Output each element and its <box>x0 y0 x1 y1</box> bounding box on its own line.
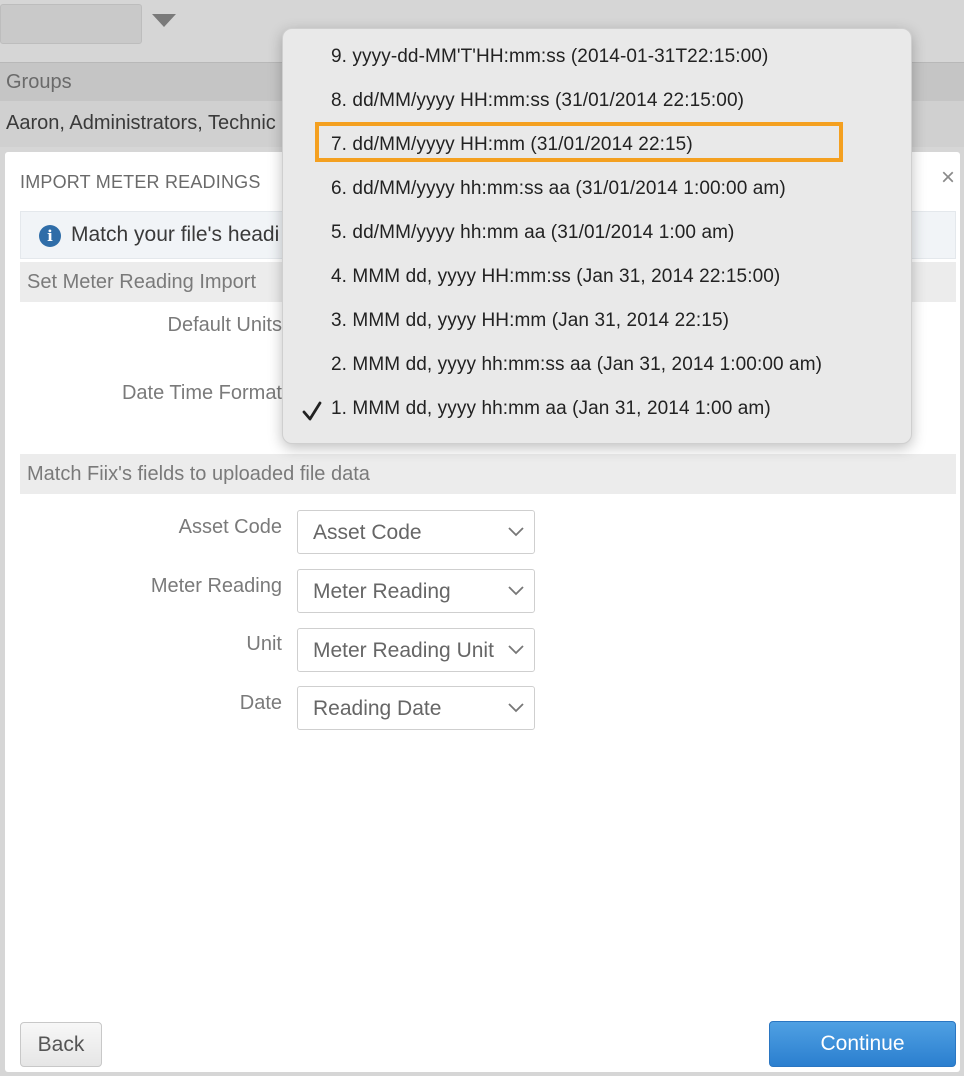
meter-reading-select[interactable]: Meter Reading <box>297 569 535 613</box>
menu-option-highlighted[interactable]: 7. dd/MM/yyyy HH:mm (31/01/2014 22:15) <box>331 134 693 156</box>
section-import-settings-title: Set Meter Reading Import <box>27 271 256 293</box>
date-time-format-menu: 9. yyyy-dd-MM'T'HH:mm:ss (2014-01-31T22:… <box>282 28 912 444</box>
menu-option-selected[interactable]: 1. MMM dd, yyyy hh:mm aa (Jan 31, 2014 1… <box>331 398 771 420</box>
section-field-mapping: Match Fiix's fields to uploaded file dat… <box>20 454 956 494</box>
background-select-field[interactable] <box>0 4 142 44</box>
unit-select-value: Meter Reading Unit <box>313 639 494 662</box>
menu-option[interactable]: 8. dd/MM/yyyy HH:mm:ss (31/01/2014 22:15… <box>331 90 744 112</box>
section-field-mapping-title: Match Fiix's fields to uploaded file dat… <box>27 463 370 485</box>
unit-select[interactable]: Meter Reading Unit <box>297 628 535 672</box>
continue-button[interactable]: Continue <box>769 1021 956 1067</box>
groups-value: Aaron, Administrators, Technic <box>6 112 276 134</box>
chevron-down-icon <box>508 586 524 596</box>
groups-header-label: Groups <box>6 71 72 93</box>
menu-option[interactable]: 6. dd/MM/yyyy hh:mm:ss aa (31/01/2014 1:… <box>331 178 786 200</box>
close-icon[interactable]: × <box>936 166 960 190</box>
date-select[interactable]: Reading Date <box>297 686 535 730</box>
caret-down-icon[interactable] <box>152 14 176 27</box>
asset-code-label: Asset Code <box>178 516 282 538</box>
chevron-down-icon <box>508 527 524 537</box>
date-select-value: Reading Date <box>313 697 442 720</box>
back-button[interactable]: Back <box>20 1022 102 1067</box>
info-icon: i <box>39 225 61 247</box>
date-time-format-label: Date Time Format <box>121 382 282 404</box>
menu-option[interactable]: 4. MMM dd, yyyy HH:mm:ss (Jan 31, 2014 2… <box>331 266 780 288</box>
asset-code-select[interactable]: Asset Code <box>297 510 535 554</box>
info-text: Match your file's headi <box>71 223 280 246</box>
default-units-label: Default Units <box>167 314 283 336</box>
date-label: Date <box>239 692 282 714</box>
chevron-down-icon <box>508 703 524 713</box>
dialog-title: IMPORT METER READINGS <box>20 172 261 192</box>
menu-option[interactable]: 3. MMM dd, yyyy HH:mm (Jan 31, 2014 22:1… <box>331 310 729 332</box>
meter-reading-select-value: Meter Reading <box>313 580 451 603</box>
chevron-down-icon <box>508 645 524 655</box>
unit-label: Unit <box>246 633 282 655</box>
meter-reading-label: Meter Reading <box>150 575 282 597</box>
menu-option[interactable]: 2. MMM dd, yyyy hh:mm:ss aa (Jan 31, 201… <box>331 354 822 376</box>
checkmark-icon <box>302 401 322 421</box>
menu-option[interactable]: 5. dd/MM/yyyy hh:mm aa (31/01/2014 1:00 … <box>331 222 735 244</box>
asset-code-select-value: Asset Code <box>313 521 422 544</box>
menu-option[interactable]: 9. yyyy-dd-MM'T'HH:mm:ss (2014-01-31T22:… <box>331 46 768 68</box>
